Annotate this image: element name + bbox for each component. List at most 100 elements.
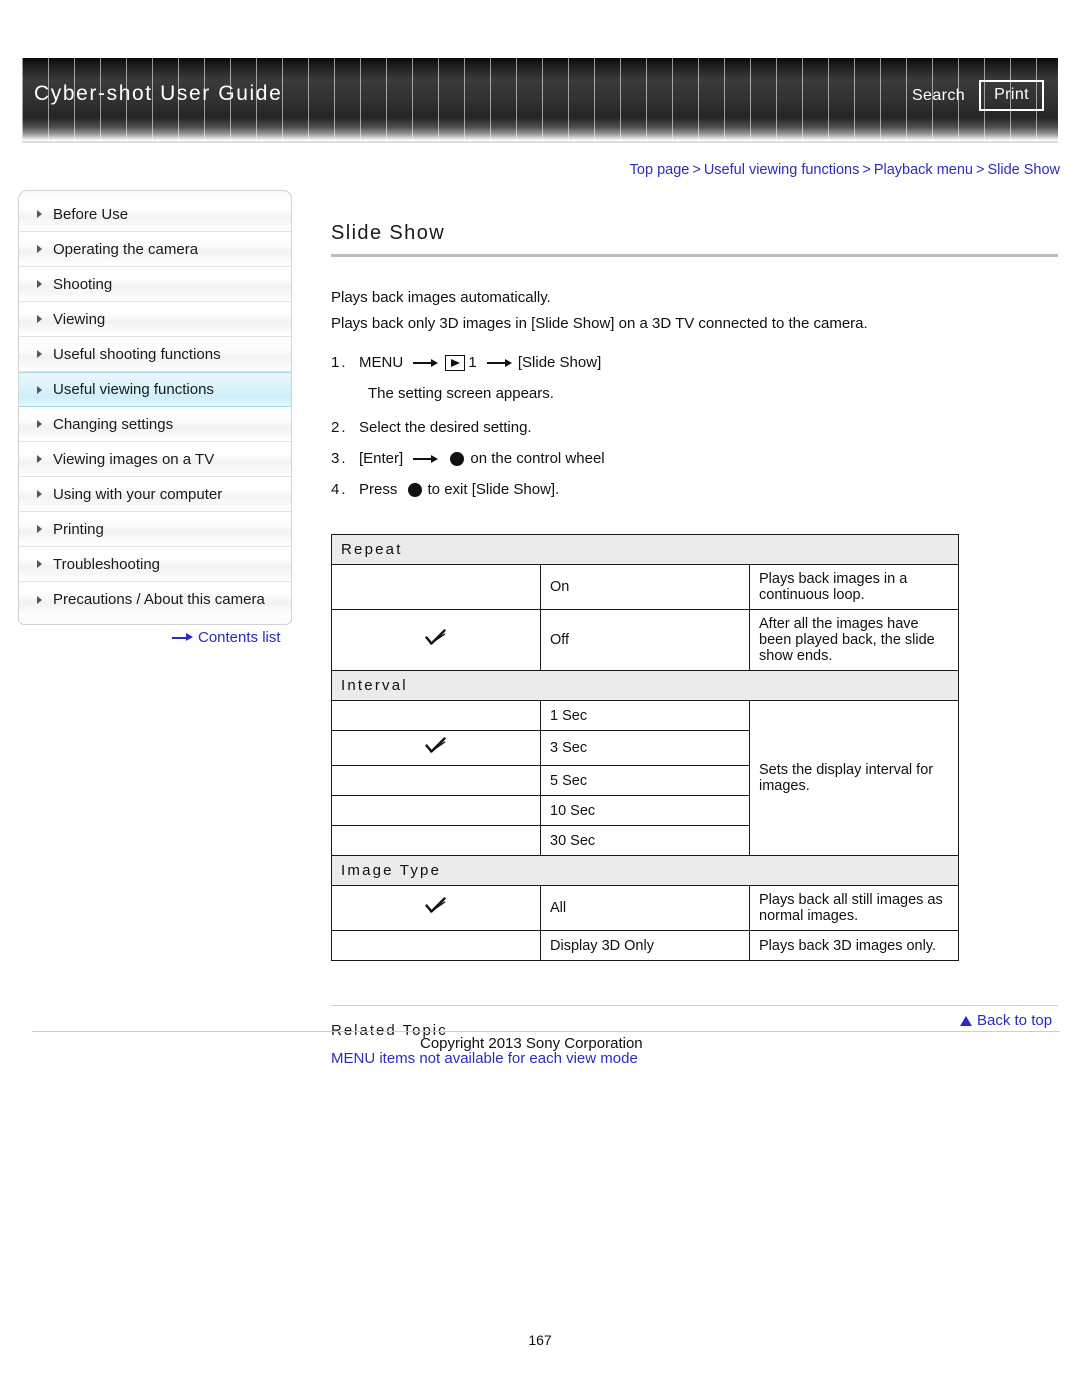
step-body: Press to exit [Slide Show]. xyxy=(359,476,563,504)
chevron-right-icon xyxy=(37,490,42,498)
option-description-cell: Plays back images in a continuous loop. xyxy=(749,564,959,610)
breadcrumb-item-1[interactable]: Useful viewing functions xyxy=(704,162,860,178)
sidebar-item-useful-shooting-functions[interactable]: Useful shooting functions xyxy=(19,337,291,372)
chevron-right-icon xyxy=(37,525,42,533)
option-label-cell: 1 Sec xyxy=(540,700,750,731)
sidebar-item-label: Troubleshooting xyxy=(53,555,161,573)
option-description-cell: Plays back all still images as normal im… xyxy=(749,885,959,931)
contents-list-link[interactable]: Contents list xyxy=(172,629,281,646)
sidebar-item-label: Operating the camera xyxy=(53,240,199,258)
table-group-header-row: Repeat xyxy=(331,534,959,565)
default-setting-check-cell xyxy=(331,930,541,961)
back-to-top-link[interactable]: Back to top xyxy=(960,1012,1052,1029)
arrow-right-icon xyxy=(413,454,439,464)
title-divider xyxy=(331,254,1058,257)
step-text: [Slide Show] xyxy=(517,354,606,371)
sidebar-item-label: Precautions / About this camera xyxy=(53,591,265,608)
option-description-cell: After all the images have been played ba… xyxy=(749,609,959,671)
intro-line-0: Plays back images automatically. xyxy=(331,289,551,306)
related-topic-link[interactable]: MENU items not available for each view m… xyxy=(331,1050,1060,1067)
settings-table: Repeat On Plays back images in a continuou… xyxy=(331,534,959,961)
sidebar-item-precautions-about-this-camera[interactable]: Precautions / About this camera xyxy=(19,582,291,617)
step-number: 2. xyxy=(331,419,348,436)
footer-divider xyxy=(32,1031,1060,1032)
sidebar-item-label: Before Use xyxy=(53,205,129,223)
option-description-cell: Sets the display interval for images. xyxy=(749,700,959,856)
arrow-right-icon xyxy=(486,358,512,368)
step-text: 1 xyxy=(468,354,481,371)
header-divider xyxy=(22,141,1058,143)
sidebar-item-shooting[interactable]: Shooting xyxy=(19,267,291,302)
sidebar-item-viewing[interactable]: Viewing xyxy=(19,302,291,337)
default-setting-check-cell xyxy=(331,564,541,610)
step-2: 2. Select the desired setting. xyxy=(331,414,1060,442)
breadcrumb-item-3[interactable]: Slide Show xyxy=(987,162,1060,178)
breadcrumb-separator: > xyxy=(862,162,871,178)
step-text: Select the desired setting. xyxy=(359,419,536,436)
sidebar-item-before-use[interactable]: Before Use xyxy=(19,197,291,232)
sidebar-item-label: Useful shooting functions xyxy=(53,345,221,363)
step-text: MENU xyxy=(359,354,408,371)
chevron-right-icon xyxy=(37,350,42,358)
default-setting-check-cell xyxy=(331,730,541,766)
intro-paragraphs: Plays back images automatically. Plays ba… xyxy=(331,285,1060,337)
step-text: [Enter] xyxy=(359,450,408,467)
chevron-right-icon xyxy=(37,385,42,394)
checkmark-icon xyxy=(425,629,447,647)
step-4: 4. Press to exit [Slide Show]. xyxy=(331,476,1060,504)
chevron-right-icon xyxy=(37,245,42,253)
sidebar-item-useful-viewing-functions[interactable]: Useful viewing functions xyxy=(19,372,291,407)
breadcrumb-separator: > xyxy=(692,162,701,178)
option-label-cell: On xyxy=(540,564,750,610)
table-group-title: Repeat xyxy=(331,534,959,565)
step-number: 4. xyxy=(331,481,348,498)
option-label-cell: 5 Sec xyxy=(540,765,750,796)
control-wheel-center-button-icon xyxy=(407,483,422,497)
sidebar-item-label: Changing settings xyxy=(53,415,174,433)
sidebar-item-printing[interactable]: Printing xyxy=(19,512,291,547)
chevron-right-icon xyxy=(37,560,42,568)
breadcrumb-item-0[interactable]: Top page xyxy=(630,162,690,178)
main-content: Slide Show Plays back images automatical… xyxy=(331,222,1060,1067)
sidebar-item-operating-the-camera[interactable]: Operating the camera xyxy=(19,232,291,267)
control-wheel-center-button-icon xyxy=(450,452,465,466)
step-text: Press xyxy=(359,481,402,498)
checkmark-icon xyxy=(425,737,447,755)
sidebar-item-label: Viewing images on a TV xyxy=(53,450,215,468)
sidebar-item-troubleshooting[interactable]: Troubleshooting xyxy=(19,547,291,582)
sidebar-item-label: Shooting xyxy=(53,275,113,293)
step-text: on the control wheel xyxy=(470,450,609,467)
header-banner: Cyber-shot User Guide Search Print xyxy=(22,58,1058,140)
chevron-right-icon xyxy=(37,315,42,323)
app-title: Cyber-shot User Guide xyxy=(34,82,283,105)
option-label-cell: 10 Sec xyxy=(540,795,750,826)
step-3: 3. [Enter] on the control wheel xyxy=(331,445,1060,473)
option-label-cell: Display 3D Only xyxy=(540,930,750,961)
sidebar-item-using-with-your-computer[interactable]: Using with your computer xyxy=(19,477,291,512)
search-button[interactable]: Search xyxy=(912,87,965,105)
sidebar-item-viewing-images-on-a-tv[interactable]: Viewing images on a TV xyxy=(19,442,291,477)
page-number: 167 xyxy=(528,1332,552,1348)
related-divider xyxy=(331,1005,1058,1006)
table-row: Display 3D Only Plays back 3D images only… xyxy=(331,930,959,961)
intro-line-1: Plays back only 3D images in [Slide Show… xyxy=(331,315,868,332)
step-sub-text: The setting screen appears. xyxy=(368,385,554,402)
sidebar-item-label: Using with your computer xyxy=(53,485,223,503)
default-setting-check-cell xyxy=(331,700,541,731)
chevron-right-icon xyxy=(37,595,42,604)
header-actions: Search Print xyxy=(912,80,1044,111)
step-body: MENU 1 [Slide Show] xyxy=(359,349,605,377)
print-button[interactable]: Print xyxy=(979,80,1044,111)
default-setting-check-cell xyxy=(331,885,541,931)
step-1: 1. MENU 1 [Slide Show] xyxy=(331,349,1060,377)
option-label-cell: 3 Sec xyxy=(540,730,750,766)
chevron-right-icon xyxy=(37,280,42,288)
breadcrumb-item-2[interactable]: Playback menu xyxy=(874,162,973,178)
table-row: Off After all the images have been played… xyxy=(331,609,959,671)
page-title: Slide Show xyxy=(331,222,446,244)
chevron-right-icon xyxy=(37,420,42,428)
arrow-right-icon xyxy=(172,633,193,643)
copyright-text: Copyright 2013 Sony Corporation xyxy=(420,1035,643,1052)
sidebar-item-changing-settings[interactable]: Changing settings xyxy=(19,407,291,442)
step-number: 1. xyxy=(331,354,348,371)
